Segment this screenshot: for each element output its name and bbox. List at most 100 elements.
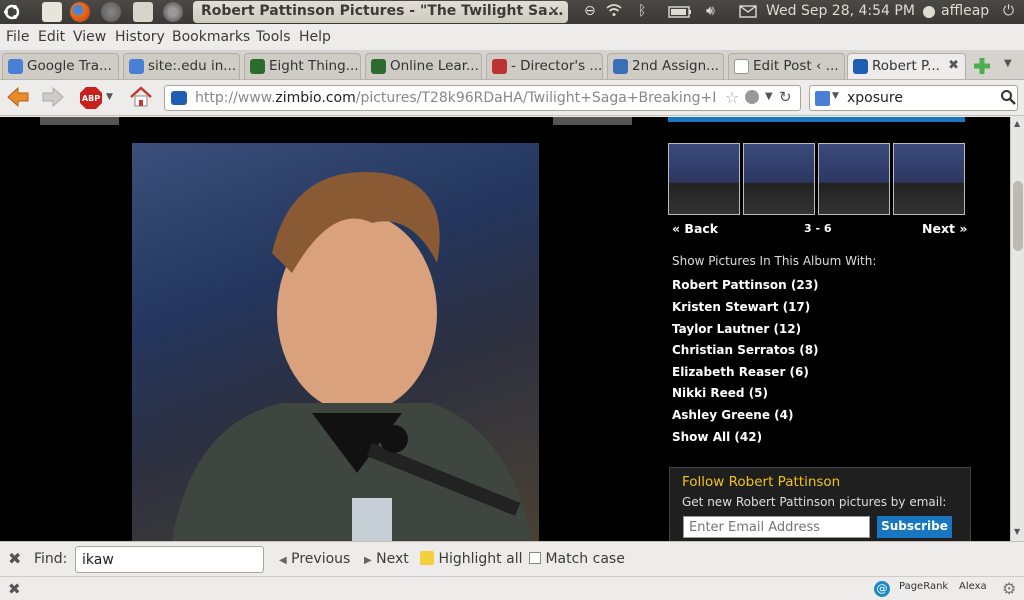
forward-icon[interactable] (41, 86, 65, 112)
subscribe-button[interactable]: Subscribe (877, 516, 952, 538)
search-bar[interactable]: ▼ xposure (809, 85, 1018, 111)
thumbnail-3[interactable] (818, 143, 890, 215)
bookmark-star-icon[interactable]: ☆ (725, 88, 739, 107)
tab-edit-post[interactable]: Edit Post ‹ ... (728, 53, 845, 79)
tab-2nd-assignment[interactable]: 2nd Assign... (607, 53, 724, 79)
window-title-text: Robert Pattinson Pictures - "The Twiligh… (201, 3, 564, 19)
battery-icon[interactable] (668, 6, 692, 22)
firefox-icon[interactable] (70, 2, 90, 22)
back-icon[interactable] (6, 86, 30, 112)
url-bar[interactable]: http://www.zimbio.com/pictures/T28k96RDa… (164, 85, 801, 111)
menu-view[interactable]: View (73, 29, 106, 45)
filter-nikki-reed[interactable]: Nikki Reed (5) (672, 386, 768, 400)
clock[interactable]: Wed Sep 28, 4:54 PM (766, 3, 915, 19)
filter-robert-pattinson[interactable]: Robert Pattinson (23) (672, 278, 819, 292)
settings-icon[interactable] (163, 2, 183, 22)
filter-kristen-stewart[interactable]: Kristen Stewart (17) (672, 300, 810, 314)
pager-back-link[interactable]: « Back (672, 221, 718, 236)
tab-robert-pattinson[interactable]: Robert P... ✖ (847, 53, 966, 79)
ubuntu-logo-icon[interactable] (2, 2, 22, 22)
site-icon (492, 59, 507, 74)
adblock-dropdown-icon[interactable]: ▼ (106, 92, 113, 102)
power-icon[interactable]: ⏻ (1003, 3, 1014, 19)
page-scrollbar[interactable]: ▲ ▼ (1010, 117, 1024, 541)
reload-icon[interactable]: ↻ (779, 88, 792, 106)
wifi-icon[interactable] (606, 3, 622, 21)
checkbox-icon (529, 552, 541, 564)
navigation-toolbar: ABP ▼ http://www.zimbio.com/pictures/T28… (0, 80, 1024, 116)
filter-elizabeth-reaser[interactable]: Elizabeth Reaser (6) (672, 365, 809, 379)
tab-google-translate[interactable]: Google Tra... (2, 53, 119, 79)
pagerank-label[interactable]: PageRank (899, 581, 948, 592)
filter-ashley-greene[interactable]: Ashley Greene (4) (672, 408, 793, 422)
record-icon[interactable]: ⊖ (584, 3, 596, 19)
menu-tools[interactable]: Tools (256, 29, 291, 45)
bluetooth-icon[interactable]: ᛒ (638, 3, 646, 19)
tab-label: 2nd Assign... (632, 58, 720, 74)
tab-list-icon[interactable]: ▼ (1004, 58, 1012, 69)
prev-photo-button[interactable] (40, 117, 119, 125)
match-case-checkbox[interactable]: Match case (529, 551, 625, 567)
find-previous-button[interactable]: ◀ Previous (279, 551, 350, 567)
tab-directors[interactable]: - Director's ... (486, 53, 603, 79)
new-tab-button[interactable] (972, 56, 992, 76)
close-findbar-icon[interactable]: ✖ (8, 549, 21, 568)
adblock-icon[interactable]: ABP (79, 86, 103, 114)
thumbnail-2[interactable] (743, 143, 815, 215)
home-icon[interactable] (129, 86, 153, 112)
filter-christian-serratos[interactable]: Christian Serratos (8) (672, 343, 819, 357)
filter-show-all[interactable]: Show All (42) (672, 430, 762, 444)
pager-next-link[interactable]: Next » (922, 221, 967, 236)
highlight-all-button[interactable]: Highlight all (420, 551, 522, 567)
tab-label: site:.edu in... (148, 58, 237, 74)
close-icon[interactable]: ✕ (548, 4, 560, 20)
menu-help[interactable]: Help (299, 29, 331, 45)
at-icon[interactable]: @ (874, 581, 890, 597)
thumbnail-1[interactable] (668, 143, 740, 215)
page-content: « Back 3 - 6 Next » Show Pictures In Thi… (0, 117, 1010, 541)
menu-history[interactable]: History (115, 29, 165, 45)
doc-icon (613, 59, 628, 74)
tab-site-edu[interactable]: site:.edu in... (123, 53, 240, 79)
user-status-icon[interactable] (921, 4, 937, 24)
shield-icon (371, 59, 386, 74)
site-identity-icon[interactable] (171, 91, 187, 105)
mail-icon[interactable] (739, 5, 757, 22)
volume-icon[interactable]: 🔊︎ (706, 3, 715, 19)
search-icon[interactable] (1000, 89, 1016, 109)
url-dropdown-icon[interactable]: ▼ (765, 91, 773, 102)
tab-online-learning[interactable]: Online Lear... (365, 53, 482, 79)
tab-label: - Director's ... (511, 58, 603, 74)
close-statusbar-icon[interactable]: ✖ (8, 580, 21, 598)
url-text[interactable]: http://www.zimbio.com/pictures/T28k96RDa… (195, 90, 715, 106)
text-editor-icon[interactable] (42, 2, 62, 22)
scroll-up-icon[interactable]: ▲ (1014, 119, 1020, 128)
find-next-button[interactable]: ▶ Next (364, 551, 409, 567)
menu-file[interactable]: File (6, 29, 29, 45)
gear-icon[interactable]: ⚙ (1002, 579, 1016, 598)
thumbnail-4[interactable] (893, 143, 965, 215)
close-tab-icon[interactable]: ✖ (948, 58, 959, 73)
next-photo-button[interactable] (553, 117, 632, 125)
menu-bookmarks[interactable]: Bookmarks (172, 29, 250, 45)
google-search-engine-icon[interactable] (815, 91, 830, 106)
filter-taylor-lautner[interactable]: Taylor Lautner (12) (672, 322, 801, 336)
window-title[interactable]: Robert Pattinson Pictures - "The Twiligh… (193, 1, 568, 23)
reader-icon[interactable] (745, 90, 759, 104)
document-viewer-icon[interactable] (133, 2, 153, 22)
user-name[interactable]: affleap (941, 3, 989, 19)
menu-edit[interactable]: Edit (38, 29, 65, 45)
search-input[interactable]: xposure (847, 90, 903, 106)
tab-label: Google Tra... (27, 58, 112, 74)
engine-dropdown-icon[interactable]: ▼ (832, 91, 839, 101)
tab-eight-things[interactable]: Eight Thing... (244, 53, 361, 79)
alexa-label[interactable]: Alexa (959, 581, 987, 592)
scroll-down-icon[interactable]: ▼ (1014, 527, 1020, 536)
app-icon[interactable] (101, 2, 121, 22)
email-field[interactable] (683, 516, 870, 538)
main-photo[interactable] (132, 143, 539, 541)
google-icon (129, 59, 144, 74)
scroll-thumb[interactable] (1013, 181, 1023, 251)
top-panel: Robert Pattinson Pictures - "The Twiligh… (0, 0, 1024, 24)
find-input[interactable] (75, 546, 264, 573)
